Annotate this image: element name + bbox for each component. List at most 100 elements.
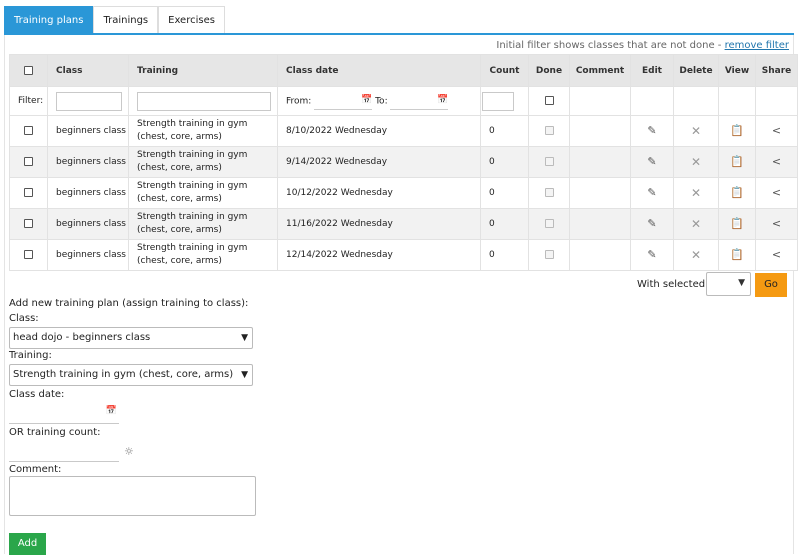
header-row: Class Training Class date Count Done Com… [9,54,798,87]
from-label: From: [286,96,312,107]
close-icon[interactable]: ✕ [691,156,701,168]
clipboard-icon[interactable]: 📋 [730,156,744,167]
row-checkbox[interactable] [24,126,33,135]
comment-label: Comment: [9,464,62,475]
row-class-date: 10/12/2022 Wednesday [277,177,481,209]
chevron-down-icon: ▼ [241,333,248,343]
row-comment [569,177,631,209]
close-icon[interactable]: ✕ [691,125,701,137]
date-to-input[interactable]: 📅 [390,92,449,110]
row-count: 0 [480,208,529,240]
row-comment [569,115,631,147]
filter-label: Filter: [9,86,48,116]
tab-bar: Training plans Trainings Exercises [4,6,225,34]
row-comment [569,146,631,178]
row-class: beginners class [47,208,129,240]
lightbulb-icon: ☼ [124,445,134,458]
comment-textarea[interactable] [9,476,256,516]
select-all-checkbox[interactable] [24,65,33,75]
pencil-icon[interactable]: ✎ [647,156,656,167]
clipboard-icon[interactable]: 📋 [730,249,744,260]
close-icon[interactable]: ✕ [691,187,701,199]
row-checkbox[interactable] [24,250,33,259]
with-selected-label: With selected: [637,279,709,290]
training-select-value: Strength training in gym (chest, core, a… [13,369,234,380]
row-comment [569,239,631,271]
share-icon[interactable]: < [772,125,781,136]
class-select[interactable]: head dojo - beginners class ▼ [9,327,253,349]
row-training: Strength training in gym (chest, core, a… [128,239,278,271]
share-icon[interactable]: < [772,156,781,167]
chevron-down-icon: ▼ [241,370,248,380]
calendar-icon[interactable]: 📅 [106,406,117,416]
add-button[interactable]: Add [9,533,46,555]
row-done-checkbox [544,250,554,259]
row-training: Strength training in gym (chest, core, a… [128,208,278,240]
to-label: To: [375,96,388,107]
col-done[interactable]: Done [528,54,570,87]
table-row: beginners class Strength training in gym … [9,208,798,240]
tab-exercises[interactable]: Exercises [158,6,225,34]
count-filter-input[interactable] [482,91,514,111]
col-count[interactable]: Count [480,54,529,87]
table-row: beginners class Strength training in gym … [9,177,798,209]
row-checkbox[interactable] [24,188,33,197]
filter-row: Filter: From: 📅 To: 📅 [9,86,798,116]
close-icon[interactable]: ✕ [691,218,701,230]
row-training: Strength training in gym (chest, core, a… [128,146,278,178]
date-from-input[interactable]: 📅 [314,92,373,110]
row-count: 0 [480,239,529,271]
training-filter-input[interactable] [137,91,271,111]
calendar-icon[interactable]: 📅 [437,95,448,105]
row-done-checkbox [544,157,554,166]
class-date-input[interactable]: 📅 [9,403,119,424]
row-checkbox[interactable] [24,219,33,228]
class-filter-input[interactable] [56,91,122,111]
training-count-input[interactable] [9,441,119,462]
table-row: beginners class Strength training in gym … [9,239,798,271]
calendar-icon[interactable]: 📅 [361,95,372,105]
tab-training-plans[interactable]: Training plans [4,6,94,34]
pencil-icon[interactable]: ✎ [647,249,656,260]
training-plans-table: Class Training Class date Count Done Com… [9,54,798,271]
share-icon[interactable]: < [772,187,781,198]
col-class[interactable]: Class [47,54,129,87]
share-icon[interactable]: < [772,218,781,229]
row-count: 0 [480,115,529,147]
pencil-icon[interactable]: ✎ [647,125,656,136]
tab-trainings[interactable]: Trainings [93,6,159,34]
row-done-checkbox [544,188,554,197]
col-share: Share [755,54,798,87]
close-icon[interactable]: ✕ [691,249,701,261]
col-class-date[interactable]: Class date [277,54,481,87]
row-class: beginners class [47,239,129,271]
remove-filter-link[interactable]: remove filter [725,40,789,51]
clipboard-icon[interactable]: 📋 [730,218,744,229]
form-heading: Add new training plan (assign training t… [9,298,249,309]
row-class: beginners class [47,115,129,147]
go-button[interactable]: Go [755,273,787,297]
row-count: 0 [480,146,529,178]
training-label: Training: [9,350,52,361]
row-training: Strength training in gym (chest, core, a… [128,177,278,209]
row-checkbox[interactable] [24,157,33,166]
clipboard-icon[interactable]: 📋 [730,125,744,136]
row-training: Strength training in gym (chest, core, a… [128,115,278,147]
pencil-icon[interactable]: ✎ [647,187,656,198]
clipboard-icon[interactable]: 📋 [730,187,744,198]
row-done-checkbox [544,126,554,135]
chevron-down-icon: ▼ [738,278,745,288]
col-training[interactable]: Training [128,54,278,87]
pencil-icon[interactable]: ✎ [647,218,656,229]
col-comment[interactable]: Comment [569,54,631,87]
row-class-date: 8/10/2022 Wednesday [277,115,481,147]
share-icon[interactable]: < [772,249,781,260]
filter-note: Initial filter shows classes that are no… [496,40,789,51]
done-filter-checkbox[interactable] [544,96,554,105]
filter-note-text: Initial filter shows classes that are no… [496,40,725,51]
row-class-date: 11/16/2022 Wednesday [277,208,481,240]
bulk-action-select[interactable]: ▼ [706,272,751,296]
training-select[interactable]: Strength training in gym (chest, core, a… [9,364,253,386]
row-done-checkbox [544,219,554,228]
class-date-label: Class date: [9,389,65,400]
